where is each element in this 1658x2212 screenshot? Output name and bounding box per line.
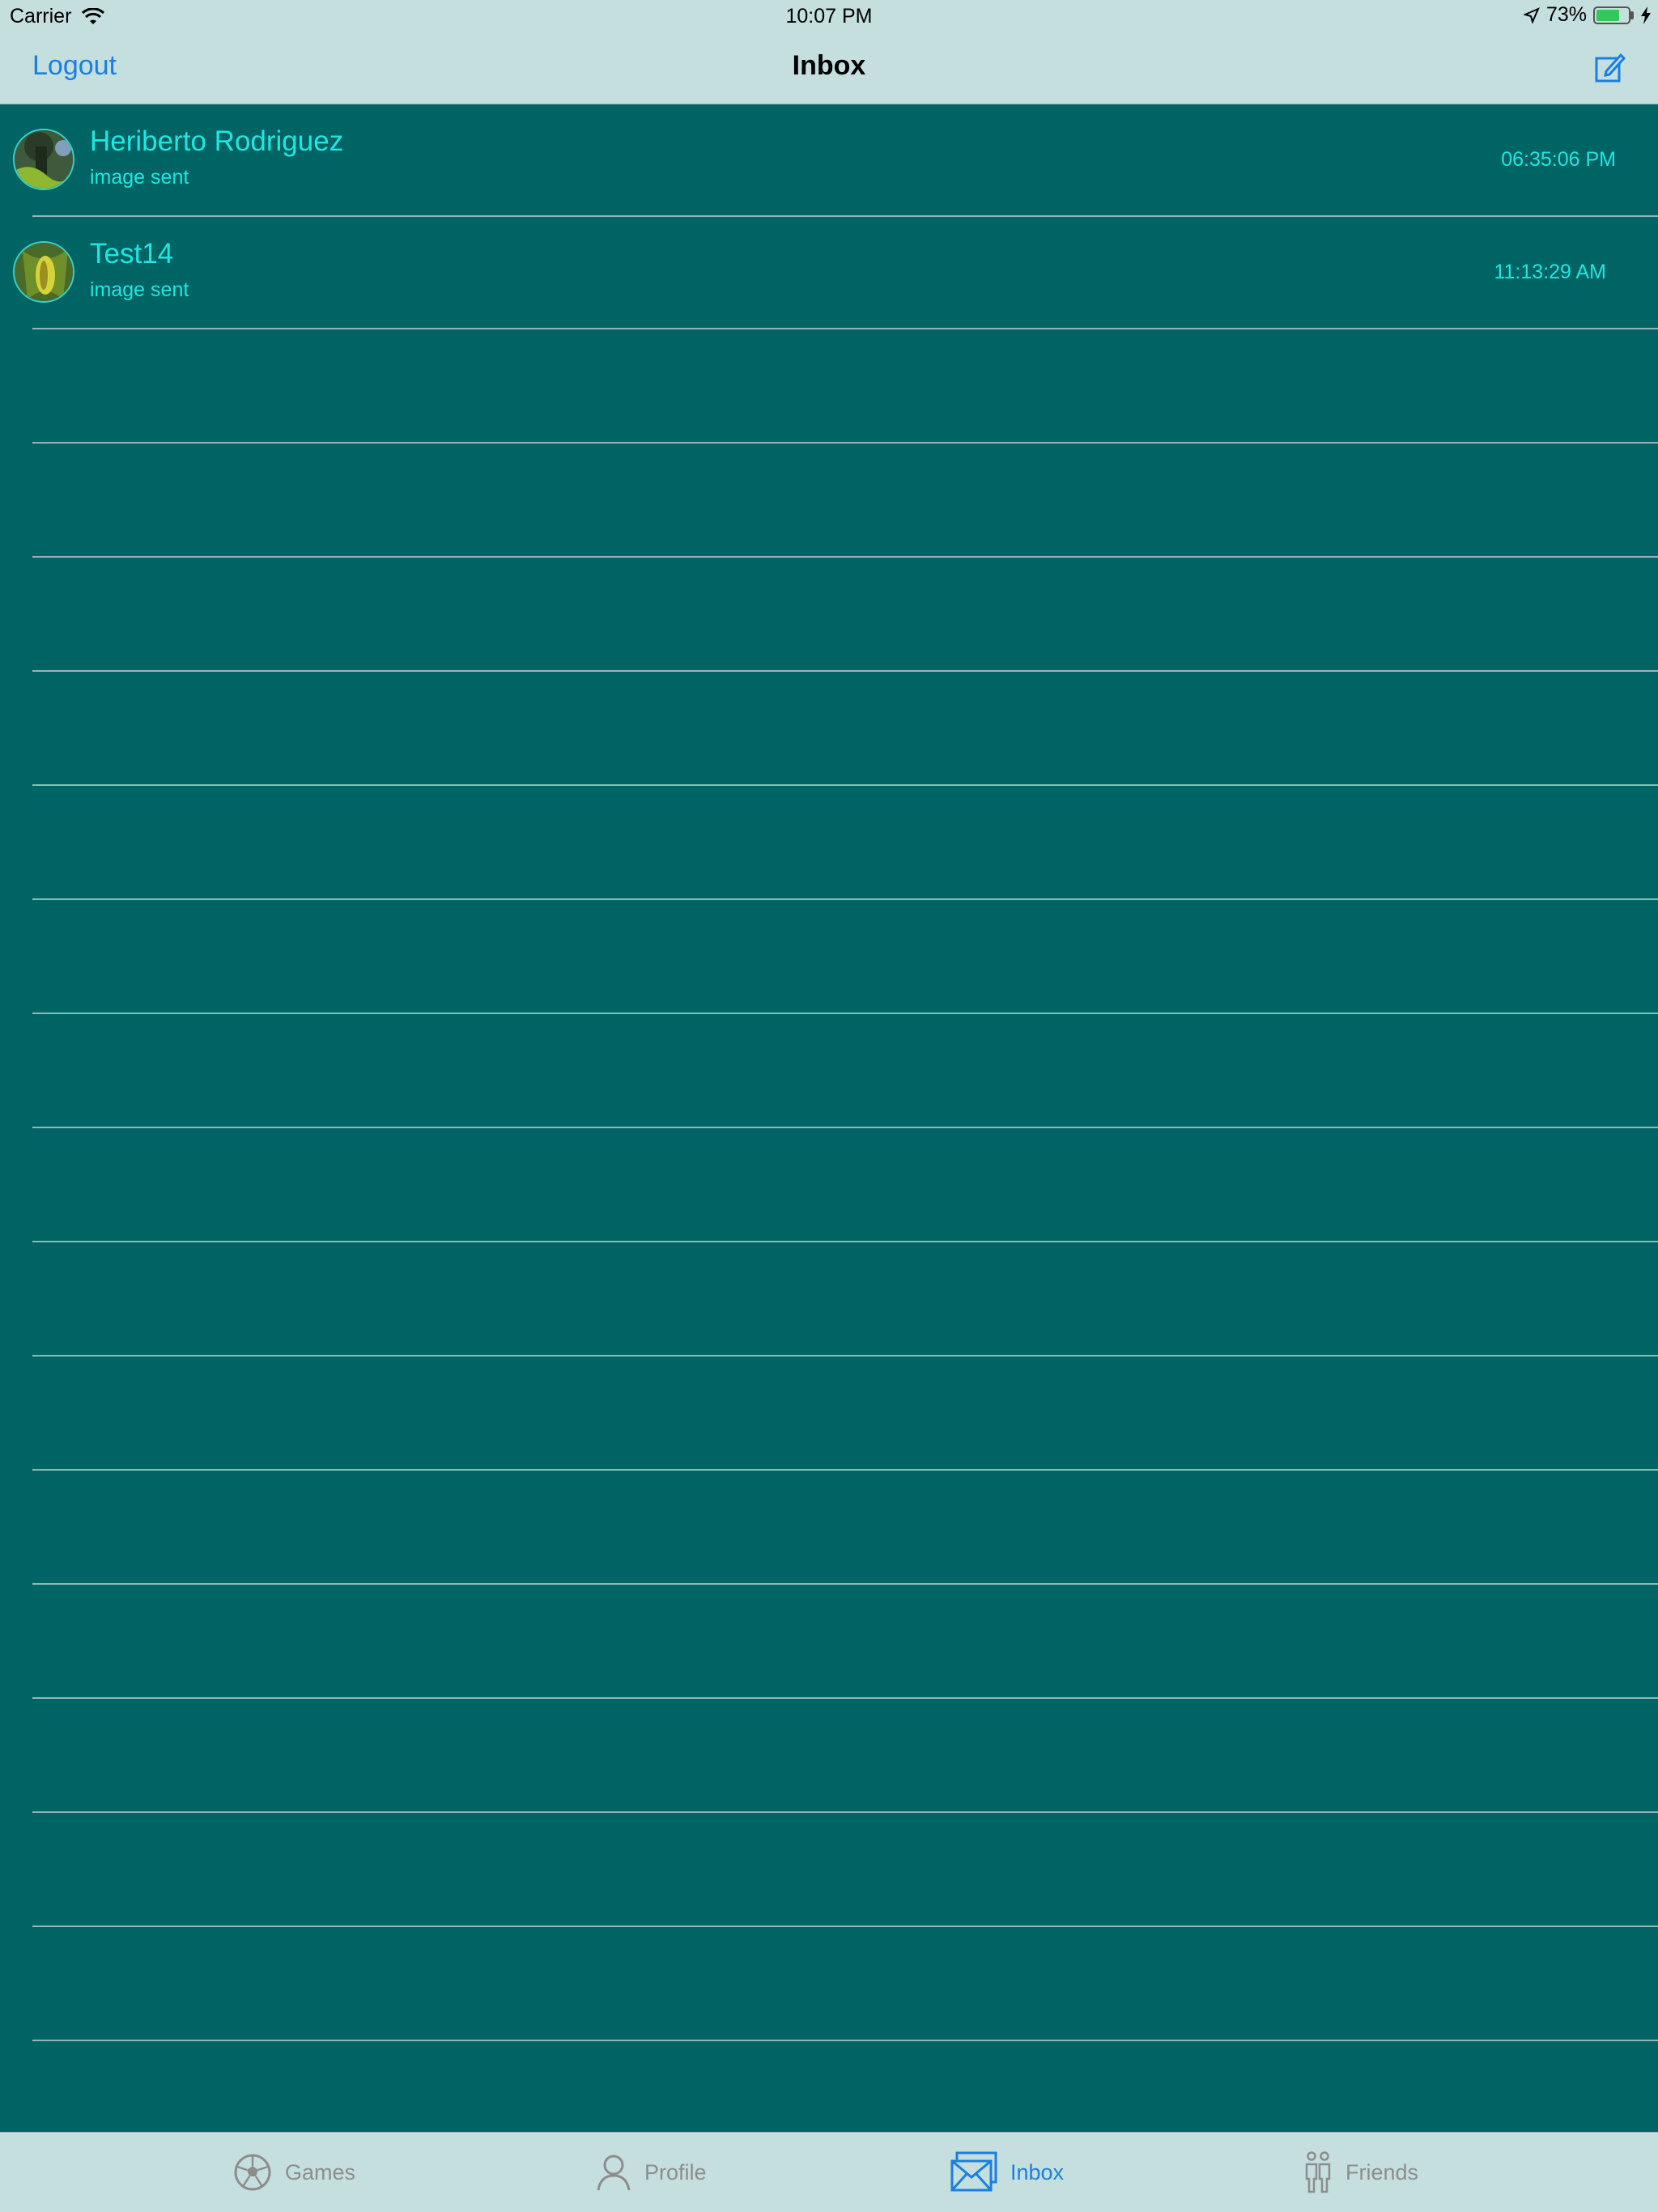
tab-inbox[interactable]: Inbox bbox=[950, 2144, 1064, 2201]
avatar bbox=[13, 241, 74, 303]
people-icon bbox=[1305, 2151, 1331, 2193]
empty-row bbox=[32, 444, 1658, 558]
status-right: 73% bbox=[1523, 3, 1652, 27]
charging-bolt-icon bbox=[1641, 6, 1651, 24]
tab-label: Games bbox=[285, 2159, 356, 2184]
battery-icon bbox=[1593, 6, 1634, 24]
location-arrow-icon bbox=[1523, 6, 1540, 23]
message-time: 06:35:06 PM bbox=[1501, 148, 1616, 171]
status-bar: Carrier 10:07 PM 73% bbox=[0, 0, 1658, 32]
tab-label: Inbox bbox=[1010, 2159, 1065, 2184]
empty-row bbox=[32, 1242, 1658, 1356]
battery-fill bbox=[1596, 9, 1619, 21]
envelope-icon bbox=[950, 2151, 997, 2192]
tab-games[interactable]: Games bbox=[233, 2144, 355, 2201]
status-time: 10:07 PM bbox=[785, 5, 873, 28]
empty-row bbox=[32, 1927, 1658, 2041]
empty-row bbox=[32, 329, 1658, 444]
message-row[interactable]: Test14 image sent 11:13:29 AM bbox=[0, 217, 1658, 329]
battery-percent: 73% bbox=[1545, 3, 1587, 26]
avatar bbox=[13, 129, 74, 190]
empty-row bbox=[32, 558, 1658, 672]
empty-row bbox=[32, 1471, 1658, 1585]
message-row[interactable]: Heriberto Rodriguez image sent 06:35:06 … bbox=[0, 104, 1658, 217]
message-preview: image sent bbox=[90, 166, 189, 189]
empty-row bbox=[32, 1813, 1658, 1927]
empty-row bbox=[32, 900, 1658, 1014]
person-icon bbox=[597, 2155, 631, 2191]
empty-row bbox=[32, 1585, 1658, 1699]
compose-icon[interactable] bbox=[1593, 52, 1626, 84]
sender-name: Heriberto Rodriguez bbox=[90, 125, 344, 157]
sender-name: Test14 bbox=[90, 238, 174, 270]
tab-label: Profile bbox=[644, 2159, 707, 2184]
empty-row bbox=[32, 786, 1658, 900]
page-title: Inbox bbox=[792, 50, 866, 81]
tab-friends[interactable]: Friends bbox=[1303, 2144, 1418, 2201]
navigation-bar: Logout Inbox bbox=[0, 32, 1658, 104]
message-list: Heriberto Rodriguez image sent 06:35:06 … bbox=[0, 104, 1658, 2041]
message-time: 11:13:29 AM bbox=[1494, 261, 1606, 283]
empty-row bbox=[32, 672, 1658, 786]
empty-row bbox=[32, 1356, 1658, 1471]
message-preview: image sent bbox=[90, 278, 189, 301]
empty-row bbox=[32, 1699, 1658, 1813]
tab-profile[interactable]: Profile bbox=[596, 2144, 707, 2201]
tab-label: Friends bbox=[1346, 2159, 1419, 2184]
soccer-ball-icon bbox=[234, 2154, 271, 2191]
empty-row bbox=[32, 1014, 1658, 1128]
empty-row bbox=[32, 1128, 1658, 1242]
tab-bar: Games Profile Inbox Friends bbox=[0, 2132, 1658, 2212]
